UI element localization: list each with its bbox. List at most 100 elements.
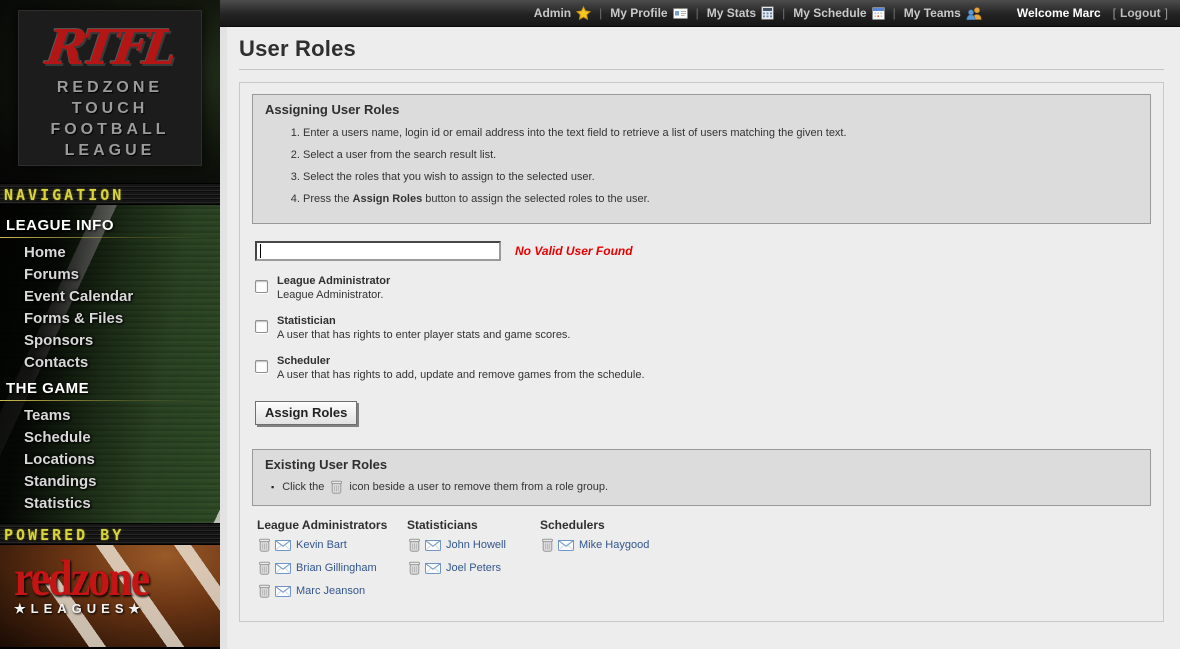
sidebar-item-statistics[interactable]: Statistics: [0, 493, 220, 515]
page: RTFL REDZONETOUCHFOOTBALLLEAGUE NAVIGATI…: [0, 0, 1180, 649]
redzone-leagues-logo[interactable]: redzone ★LEAGUES★: [14, 559, 148, 617]
user-search-row: No Valid User Found: [255, 241, 1151, 261]
steps-list: Enter a users name, login id or email ad…: [265, 126, 1138, 206]
topnav-item-my-schedule[interactable]: My Schedule: [793, 6, 884, 20]
nav-separator: |: [696, 6, 699, 20]
email-user-icon[interactable]: [275, 563, 291, 574]
welcome-text: Welcome Marc: [1017, 6, 1101, 20]
email-user-icon[interactable]: [275, 540, 291, 551]
no-user-found-message: No Valid User Found: [515, 244, 633, 258]
vcard-icon: [673, 8, 688, 19]
email-user-icon[interactable]: [275, 586, 291, 597]
logout-wrap: [Logout]: [1113, 6, 1168, 20]
user-link[interactable]: Kevin Bart: [296, 539, 347, 551]
remove-user-icon[interactable]: [259, 584, 270, 598]
text-caret: [260, 244, 261, 258]
role-group-title: Statisticians: [407, 518, 540, 532]
remove-user-icon[interactable]: [542, 538, 553, 552]
assigning-roles-box: Assigning User Roles Enter a users name,…: [252, 94, 1151, 224]
league-logo-line: LEAGUE: [19, 140, 201, 161]
role-group-users: John Howell Joel Peters: [407, 538, 540, 575]
powered-by-banner: POWERED BY: [0, 523, 220, 545]
sidebar-logo-area: RTFL REDZONETOUCHFOOTBALLLEAGUE: [0, 0, 220, 183]
role-checkbox-statistician[interactable]: [255, 320, 268, 333]
nav-separator: |: [893, 6, 896, 20]
user-link[interactable]: Joel Peters: [446, 562, 501, 574]
sidebar-item-contacts[interactable]: Contacts: [0, 352, 220, 374]
sidebar-item-standings[interactable]: Standings: [0, 471, 220, 493]
user-row: Brian Gillingham: [259, 561, 407, 575]
role-text: StatisticianA user that has rights to en…: [277, 315, 571, 342]
logout-link[interactable]: Logout: [1120, 6, 1161, 20]
role-group-users: Kevin Bart Brian Gillingham Marc Jeanson: [257, 538, 407, 598]
topnav-label: My Schedule: [793, 6, 866, 20]
user-row: Kevin Bart: [259, 538, 407, 552]
topnav-item-my-profile[interactable]: My Profile: [610, 6, 687, 20]
role-row: SchedulerA user that has rights to add, …: [255, 355, 1151, 382]
sidebar-item-home[interactable]: Home: [0, 242, 220, 264]
nav-separator: |: [782, 6, 785, 20]
assign-roles-button[interactable]: Assign Roles: [255, 401, 357, 425]
top-nav-bar: Admin | My Profile | My Stats | My Schedule | My…: [220, 0, 1180, 27]
role-checkbox-scheduler[interactable]: [255, 360, 268, 373]
assigning-roles-title: Assigning User Roles: [265, 102, 1138, 117]
search-input-wrap: [255, 241, 501, 261]
sidebar-sections: LEAGUE INFOHomeForumsEvent CalendarForms…: [0, 211, 220, 515]
league-logo-acronym: RTFL: [16, 25, 204, 71]
sidebar-item-teams[interactable]: Teams: [0, 405, 220, 427]
sidebar-item-forms-files[interactable]: Forms & Files: [0, 308, 220, 330]
redzone-logo-name: redzone: [14, 556, 148, 602]
sidebar-item-sponsors[interactable]: Sponsors: [0, 330, 220, 352]
topnav-item-admin[interactable]: Admin: [534, 6, 591, 21]
user-link[interactable]: Mike Haygood: [579, 539, 649, 551]
user-row: Marc Jeanson: [259, 584, 407, 598]
user-link[interactable]: John Howell: [446, 539, 506, 551]
calendar-icon: [872, 7, 885, 20]
instruction-step: Select the roles that you wish to assign…: [303, 170, 1138, 184]
user-link[interactable]: Marc Jeanson: [296, 585, 365, 597]
sidebar-item-event-calendar[interactable]: Event Calendar: [0, 286, 220, 308]
existing-roles-box: Existing User Roles ▪ Click the icon bes…: [252, 449, 1151, 506]
remove-user-icon[interactable]: [409, 561, 420, 575]
role-group-title: Schedulers: [540, 518, 649, 532]
user-search-input[interactable]: [255, 241, 501, 261]
existing-roles-note: ▪ Click the icon beside a user to remove…: [271, 480, 1138, 494]
remove-user-icon[interactable]: [259, 538, 270, 552]
user-link[interactable]: Brian Gillingham: [296, 562, 377, 574]
email-user-icon[interactable]: [425, 563, 441, 574]
section-underline: [0, 237, 220, 238]
remove-user-icon[interactable]: [409, 538, 420, 552]
role-group-statisticians: Statisticians John Howell Joel Peters: [407, 518, 540, 607]
email-user-icon[interactable]: [558, 540, 574, 551]
powered-by-logo-area: redzone ★LEAGUES★: [0, 545, 220, 647]
role-group-league-administrators: League AdministratorsKevin BartBrian Gil…: [257, 518, 407, 607]
logout-bracket-open: [: [1113, 6, 1116, 20]
instruction-step: Select a user from the search result lis…: [303, 148, 1138, 162]
role-name: Statistician: [277, 315, 571, 328]
sidebar-item-locations[interactable]: Locations: [0, 449, 220, 471]
sidebar-item-forums[interactable]: Forums: [0, 264, 220, 286]
sidebar-menu: LEAGUE INFOHomeForumsEvent CalendarForms…: [0, 205, 220, 523]
role-name: League Administrator: [277, 275, 390, 288]
nav-separator: |: [599, 6, 602, 20]
sidebar-section-the-game: THE GAME: [0, 374, 220, 398]
calculator-icon: [761, 6, 774, 20]
topnav-item-my-stats[interactable]: My Stats: [707, 6, 774, 20]
note-text-post: icon beside a user to remove them from a…: [349, 481, 608, 493]
league-logo-lines: REDZONETOUCHFOOTBALLLEAGUE: [19, 77, 201, 161]
topnav-label: My Teams: [904, 6, 961, 20]
sidebar-item-schedule[interactable]: Schedule: [0, 427, 220, 449]
topnav-item-my-teams[interactable]: My Teams: [904, 6, 983, 20]
user-row: John Howell: [409, 538, 540, 552]
role-group-schedulers: Schedulers Mike Haygood: [540, 518, 649, 607]
league-logo: RTFL REDZONETOUCHFOOTBALLLEAGUE: [18, 10, 202, 166]
role-checkbox-league-administrator[interactable]: [255, 280, 268, 293]
user-row: Joel Peters: [409, 561, 540, 575]
remove-user-icon[interactable]: [259, 561, 270, 575]
role-groups: League AdministratorsKevin BartBrian Gil…: [257, 518, 1151, 607]
main-content: User Roles Assigning User Roles Enter a …: [220, 27, 1180, 649]
title-divider: [239, 69, 1164, 70]
email-user-icon[interactable]: [425, 540, 441, 551]
role-name: Scheduler: [277, 355, 645, 368]
instruction-step: Enter a users name, login id or email ad…: [303, 126, 1138, 140]
